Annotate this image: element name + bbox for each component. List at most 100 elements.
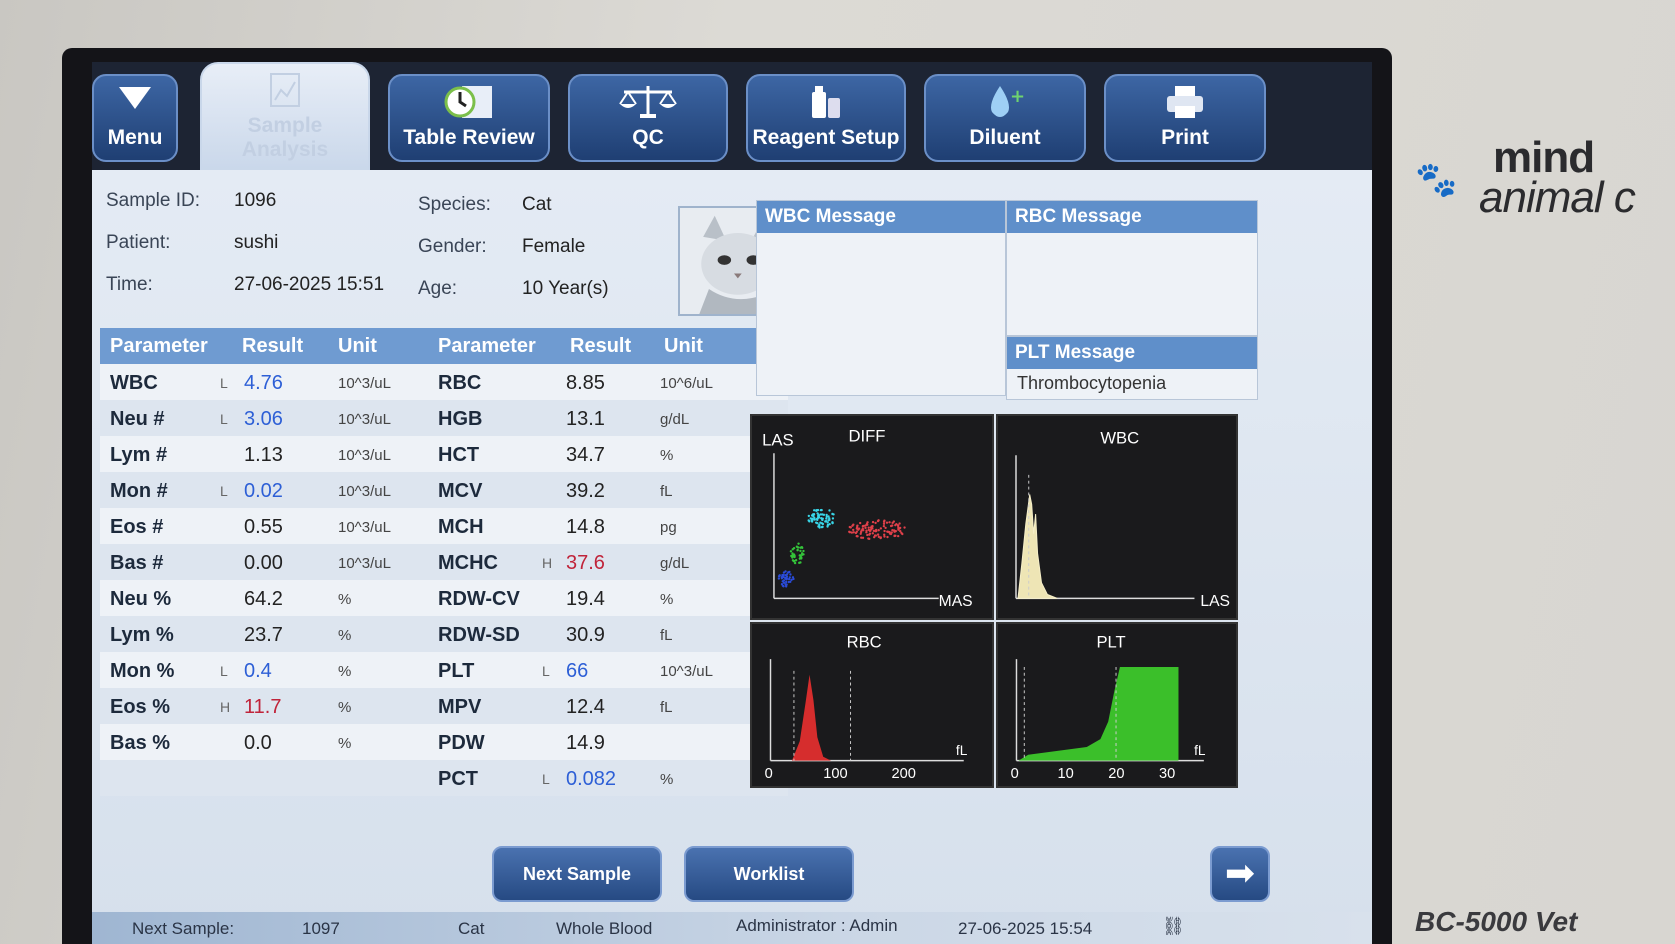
unit-left: % bbox=[338, 627, 352, 644]
printer-icon bbox=[1106, 82, 1264, 126]
scale-icon bbox=[570, 82, 726, 126]
rbc-histogram: RBC 0 100 200 fL bbox=[750, 622, 994, 788]
result-left: 4.76 bbox=[244, 372, 283, 394]
unit-right: % bbox=[660, 771, 674, 788]
flag-right: L bbox=[542, 771, 550, 787]
table-row: Mon # L 0.02 10^3/uL MCV 39.2 fL bbox=[100, 472, 788, 508]
param-right: MCV bbox=[438, 480, 483, 502]
time-label: Time: bbox=[106, 274, 153, 295]
unit-right: % bbox=[660, 591, 674, 608]
param-left: Bas # bbox=[110, 552, 164, 574]
patient-label: Patient: bbox=[106, 232, 171, 253]
table-row: Eos % H 11.7% MPV 12.4 fL bbox=[100, 688, 788, 724]
result-right: 34.7 bbox=[566, 444, 605, 466]
sample-analysis-label: Sample Analysis bbox=[241, 114, 329, 161]
plt-histogram: PLT 0 10 20 30 fL bbox=[996, 622, 1238, 788]
unit-left: 10^3/uL bbox=[338, 519, 391, 536]
wbc-message-text bbox=[757, 233, 1005, 249]
status-datetime: 27-06-2025 15:54 bbox=[958, 919, 1093, 938]
wbc-curve bbox=[1017, 494, 1058, 599]
next-page-button[interactable]: ➡ bbox=[1210, 846, 1270, 902]
table-review-icon bbox=[390, 82, 548, 126]
flag-right: L bbox=[542, 663, 550, 679]
param-left: Lym % bbox=[110, 624, 174, 646]
result-left: 3.06 bbox=[244, 408, 283, 430]
screen: Menu Sample Analysis Table Review QC Rea… bbox=[92, 62, 1372, 944]
plt-message-panel: PLT Message Thrombocytopenia bbox=[1006, 336, 1258, 400]
flag-left: H bbox=[220, 699, 231, 715]
tab-reagent-setup[interactable]: Reagent Setup bbox=[746, 74, 906, 162]
sample-mode: Whole Blood bbox=[556, 919, 653, 938]
col-unit-1: Unit bbox=[338, 335, 377, 357]
flag-left: L bbox=[220, 375, 228, 391]
result-right: 14.8 bbox=[566, 516, 605, 538]
col-unit-2: Unit bbox=[664, 335, 703, 357]
next-sample-button[interactable]: Next Sample bbox=[492, 846, 662, 902]
table-review-label: Table Review bbox=[403, 126, 535, 149]
diff-y-label: LAS bbox=[762, 430, 793, 449]
rbc-tick-100: 100 bbox=[823, 766, 847, 782]
plt-tick-0: 0 bbox=[1011, 766, 1019, 782]
param-right: RDW-CV bbox=[438, 588, 520, 610]
patient-value: sushi bbox=[234, 232, 279, 253]
col-result-2: Result bbox=[570, 335, 632, 357]
wbc-message-panel: WBC Message bbox=[756, 200, 1006, 396]
flag-left: L bbox=[220, 663, 228, 679]
unit-left: % bbox=[338, 735, 352, 752]
unit-right: fL bbox=[660, 627, 673, 644]
table-row: Bas % 0.0% PDW 14.9 bbox=[100, 724, 788, 760]
col-parameter-2: Parameter bbox=[438, 335, 536, 357]
network-icon: ⛓ bbox=[1162, 916, 1185, 936]
result-right: 8.85 bbox=[566, 372, 605, 394]
results-table-header: Parameter Result Unit Parameter Result U… bbox=[100, 328, 788, 364]
qc-label: QC bbox=[632, 126, 664, 149]
result-right: 19.4 bbox=[566, 588, 605, 610]
plt-tick-10: 10 bbox=[1057, 766, 1073, 782]
param-left: WBC bbox=[110, 372, 158, 394]
menu-button[interactable]: Menu bbox=[92, 74, 178, 162]
result-left: 1.13 bbox=[244, 444, 283, 466]
tab-qc[interactable]: QC bbox=[568, 74, 728, 162]
col-parameter-1: Parameter bbox=[110, 335, 208, 357]
result-right: 14.9 bbox=[566, 732, 605, 754]
wbc-x-label: LAS bbox=[1200, 593, 1230, 610]
param-left: Mon # bbox=[110, 480, 168, 502]
tab-sample-analysis[interactable]: Sample Analysis bbox=[200, 62, 370, 174]
result-left: 11.7 bbox=[244, 696, 282, 718]
wbc-message-title: WBC Message bbox=[757, 201, 1005, 233]
param-right: HCT bbox=[438, 444, 480, 466]
unit-right: 10^6/uL bbox=[660, 375, 713, 392]
brand-logo: 🐾 mind animal c bbox=[1415, 136, 1675, 220]
tab-print[interactable]: Print bbox=[1104, 74, 1266, 162]
result-left: 0.00 bbox=[244, 552, 283, 574]
results-table-body: WBC L 4.76 10^3/uL RBC 8.85 10^6/uL Neu # L 3.06 1… bbox=[100, 364, 788, 796]
toolbar: Menu Sample Analysis Table Review QC Rea… bbox=[92, 62, 1372, 174]
time-value: 27-06-2025 15:51 bbox=[234, 274, 385, 295]
plt-message-text: Thrombocytopenia bbox=[1017, 373, 1167, 393]
tab-diluent[interactable]: + Diluent bbox=[924, 74, 1086, 162]
unit-left: 10^3/uL bbox=[338, 375, 391, 392]
chevron-down-icon bbox=[94, 82, 176, 126]
result-left: 64.2 bbox=[244, 588, 283, 610]
unit-right: fL bbox=[660, 699, 673, 716]
plt-curve bbox=[1018, 666, 1179, 761]
logged-in-user: Administrator : Admin bbox=[736, 916, 898, 935]
worklist-button[interactable]: Worklist bbox=[684, 846, 854, 902]
param-right: PCT bbox=[438, 768, 478, 790]
table-row: Lym # 1.13 10^3/uL HCT 34.7% bbox=[100, 436, 788, 472]
tab-table-review[interactable]: Table Review bbox=[388, 74, 550, 162]
diluent-label: Diluent bbox=[969, 126, 1041, 149]
param-right: PLT bbox=[438, 660, 475, 682]
next-sample-label: Next Sample: bbox=[132, 919, 235, 938]
param-left: Lym # bbox=[110, 444, 168, 466]
reagent-bottles-icon bbox=[748, 82, 904, 126]
droplet-icon: + bbox=[926, 82, 1084, 126]
wbc-histogram: WBC LAS bbox=[996, 414, 1238, 620]
param-right: MCHC bbox=[438, 552, 498, 574]
plt-message-title: PLT Message bbox=[1007, 337, 1257, 369]
result-right: 13.1 bbox=[566, 408, 605, 430]
diff-cell-clusters bbox=[777, 508, 906, 588]
gender-label: Gender: bbox=[418, 236, 487, 257]
menu-label: Menu bbox=[107, 126, 163, 149]
diff-x-label: MAS bbox=[939, 593, 973, 610]
